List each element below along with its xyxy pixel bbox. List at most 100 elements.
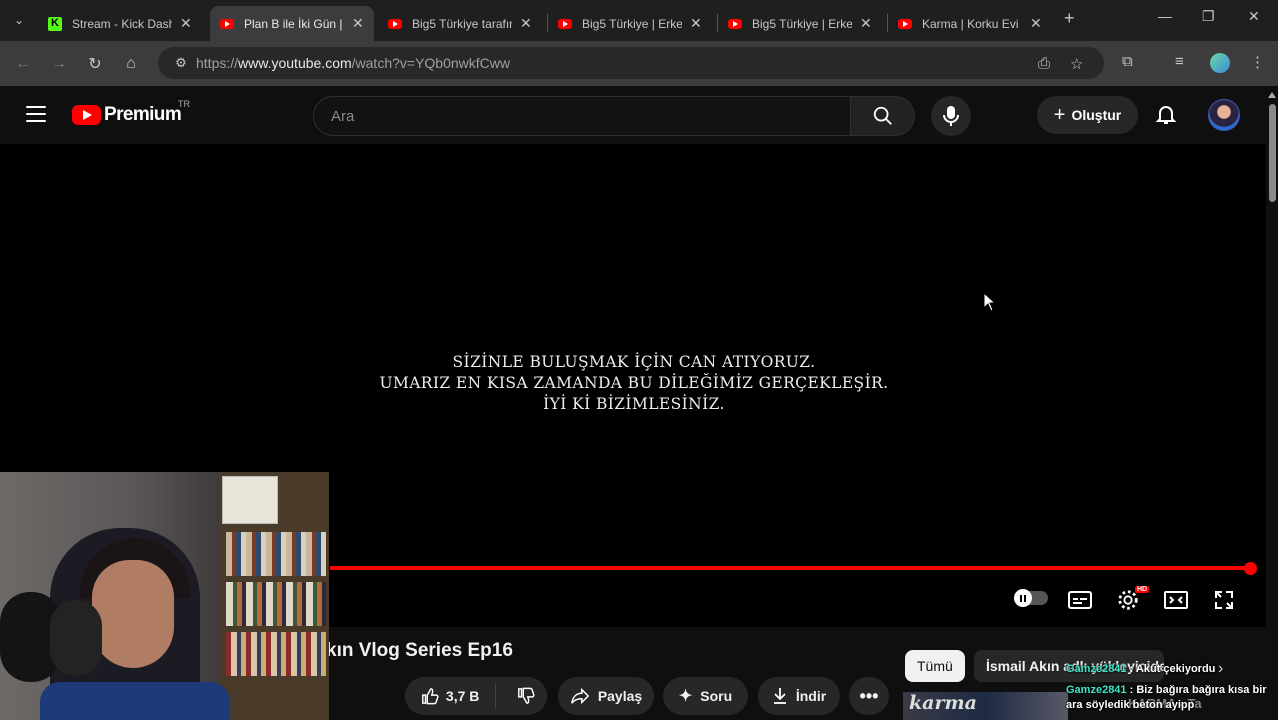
- chat-message: Gamze2841 : Akut çekiyordu: [1066, 663, 1216, 675]
- thumbnail-text: karma: [909, 692, 977, 714]
- recommended-video-thumbnail[interactable]: karma: [903, 692, 1068, 720]
- back-icon[interactable]: ←: [12, 53, 34, 75]
- video-progress-bar[interactable]: [330, 562, 1257, 575]
- search-button[interactable]: [851, 96, 915, 136]
- chat-username: Gamze2841: [1066, 684, 1127, 696]
- tab-search-chevron-icon[interactable]: ⌄: [8, 8, 30, 32]
- share-arrow-icon: [570, 687, 590, 705]
- search-input[interactable]: Ara: [313, 96, 851, 136]
- subtitle-line: UMARIZ EN KISA ZAMANDA BU DİLEĞİMİZ GERÇ…: [379, 374, 889, 392]
- search-icon: [873, 106, 892, 125]
- youtube-icon: [558, 18, 572, 29]
- ask-button[interactable]: ✦ Soru: [663, 677, 748, 715]
- download-button[interactable]: İndir: [758, 677, 840, 715]
- page-scrollbar[interactable]: [1266, 86, 1278, 720]
- tab-title: Karma | Korku Evi |: [922, 16, 1022, 31]
- tab-title: Plan B ile İki Gün |: [244, 16, 343, 31]
- ask-label: Soru: [700, 688, 733, 704]
- tab-title: Big5 Türkiye | Erke: [582, 16, 682, 31]
- chat-message: Gamze2841 : Biz bağıra bağıra kısa bir a…: [1066, 684, 1267, 711]
- tab-close-icon[interactable]: ✕: [352, 15, 364, 32]
- streamer-face: [92, 560, 174, 668]
- video-subtitle-text: SİZİNLE BULUŞMAK İÇİN CAN ATIYORUZ. UMAR…: [360, 352, 908, 415]
- notifications-bell-icon[interactable]: [1154, 102, 1178, 126]
- like-button[interactable]: 3,7 B: [405, 684, 497, 708]
- search-placeholder: Ara: [331, 107, 355, 125]
- tab-title: Big5 Türkiye | Erke: [752, 16, 852, 31]
- youtube-icon: [898, 18, 912, 29]
- fullscreen-button[interactable]: [1210, 588, 1238, 612]
- tab-close-icon[interactable]: ✕: [690, 15, 702, 32]
- progress-scrubber[interactable]: [1244, 562, 1257, 575]
- dislike-button[interactable]: [504, 687, 547, 705]
- url-text[interactable]: https://www.youtube.com/watch?v=YQb0nwkf…: [196, 55, 510, 71]
- subtitles-button[interactable]: [1066, 588, 1094, 612]
- hd-badge: HD: [1135, 586, 1150, 593]
- tab-plan-b-video[interactable]: Plan B ile İki Gün | ✕: [210, 6, 374, 41]
- country-code: TR: [178, 99, 190, 109]
- fullscreen-icon: [1215, 591, 1233, 609]
- guide-menu-icon[interactable]: [26, 106, 46, 122]
- home-icon[interactable]: ⌂: [120, 53, 142, 75]
- tab-big5-2[interactable]: Big5 Türkiye | Erke ✕: [548, 6, 718, 41]
- youtube-masthead: Premium TR Ara + Oluştur: [0, 86, 1266, 144]
- tab-kick-dashboard[interactable]: Stream - Kick Dash ✕: [38, 6, 208, 41]
- tab-close-icon[interactable]: ✕: [1030, 15, 1042, 32]
- stream-chat-overlay: Gamze2841 : Akut çekiyordu Gamze2841 : B…: [1066, 662, 1276, 713]
- tab-big5-3[interactable]: Big5 Türkiye | Erke ✕: [718, 6, 888, 41]
- media-control-icon[interactable]: ≡: [1175, 53, 1184, 70]
- tab-karma[interactable]: Karma | Korku Evi | ✕: [888, 6, 1058, 41]
- kick-icon: [48, 16, 62, 31]
- address-bar[interactable]: ⚙ https://www.youtube.com/watch?v=YQb0nw…: [158, 47, 1104, 79]
- scroll-up-icon[interactable]: [1268, 92, 1276, 98]
- video-title: kın Vlog Series Ep16: [326, 640, 513, 661]
- site-info-icon[interactable]: ⚙: [166, 55, 196, 71]
- youtube-premium-logo[interactable]: Premium TR: [72, 99, 190, 126]
- forward-icon[interactable]: →: [48, 53, 70, 75]
- scrollbar-thumb[interactable]: [1269, 104, 1276, 202]
- minimize-icon[interactable]: —: [1158, 8, 1172, 24]
- tab-title: Stream - Kick Dash: [72, 16, 172, 31]
- chip-all[interactable]: Tümü: [905, 650, 965, 682]
- tab-close-icon[interactable]: ✕: [180, 15, 192, 32]
- subtitle-line: İYİ Kİ BİZİMLESİNİZ.: [543, 395, 725, 413]
- browser-tab-strip: ⌄ Stream - Kick Dash ✕ Plan B ile İki Gü…: [0, 0, 1278, 41]
- share-label: Paylaş: [597, 688, 643, 704]
- chat-text: Akut çekiyordu: [1135, 663, 1216, 675]
- tab-close-icon[interactable]: ✕: [860, 15, 872, 32]
- plus-icon: +: [1053, 103, 1066, 126]
- browser-menu-icon[interactable]: ⋮: [1250, 53, 1265, 71]
- close-window-icon[interactable]: ✕: [1248, 8, 1260, 25]
- share-button[interactable]: Paylaş: [558, 677, 654, 715]
- create-button[interactable]: + Oluştur: [1037, 96, 1138, 134]
- streamer-shirt: [40, 682, 230, 720]
- theater-mode-button[interactable]: [1162, 588, 1190, 612]
- tab-big5-1[interactable]: Big5 Türkiye tarafın ✕: [378, 6, 548, 41]
- restore-icon[interactable]: ❐: [1202, 8, 1215, 25]
- download-icon: [773, 688, 786, 704]
- like-count: 3,7 B: [445, 688, 480, 704]
- create-label: Oluştur: [1071, 107, 1122, 123]
- browser-profile-icon[interactable]: [1210, 53, 1230, 73]
- youtube-icon: [220, 18, 234, 29]
- extensions-icon[interactable]: ⧉: [1122, 53, 1133, 70]
- reload-icon[interactable]: ↻: [84, 53, 106, 75]
- tab-title: Big5 Türkiye tarafın: [412, 16, 512, 31]
- autoplay-toggle[interactable]: [1014, 589, 1048, 607]
- browser-toolbar: ← → ↻ ⌂ ⚙ https://www.youtube.com/watch?…: [0, 41, 1278, 86]
- install-app-icon[interactable]: ⎙: [1038, 55, 1050, 72]
- voice-search-button[interactable]: [931, 96, 971, 136]
- youtube-icon: [728, 18, 742, 29]
- more-actions-button[interactable]: •••: [849, 677, 889, 715]
- tab-close-icon[interactable]: ✕: [520, 15, 532, 32]
- youtube-logo-icon: [72, 105, 101, 125]
- new-tab-icon[interactable]: +: [1064, 8, 1075, 29]
- microphone-icon: [943, 106, 959, 126]
- microphone: [50, 600, 102, 676]
- account-avatar[interactable]: [1208, 99, 1240, 131]
- logo-wordmark: Premium: [104, 104, 182, 125]
- thumbs-down-icon: [517, 687, 535, 704]
- youtube-icon: [388, 18, 402, 29]
- pause-icon: [1014, 589, 1032, 607]
- bookmark-star-icon[interactable]: ☆: [1070, 55, 1083, 73]
